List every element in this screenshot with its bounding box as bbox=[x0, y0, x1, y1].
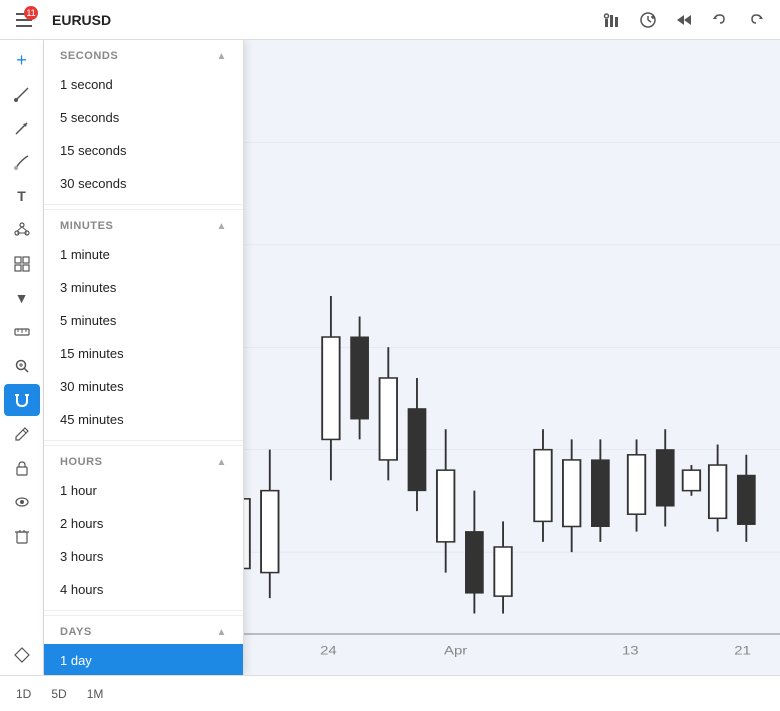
hamburger-icon bbox=[16, 25, 32, 27]
timeframe-30m[interactable]: 30 minutes bbox=[44, 370, 243, 403]
minutes-section-header: MINUTES ▲ bbox=[44, 209, 243, 238]
timeframe-30s[interactable]: 30 seconds bbox=[44, 167, 243, 200]
timeframe-5m[interactable]: 5 minutes bbox=[44, 304, 243, 337]
1m-button[interactable]: 1M bbox=[79, 683, 112, 705]
chevron-up-icon: ▲ bbox=[217, 221, 227, 232]
pointer-tool[interactable]: ▼ bbox=[4, 282, 40, 314]
timeframe-15m[interactable]: 15 minutes bbox=[44, 337, 243, 370]
delete-tool[interactable] bbox=[4, 520, 40, 552]
zoom-tool[interactable] bbox=[4, 350, 40, 382]
node-tool[interactable] bbox=[4, 214, 40, 246]
text-tool[interactable]: T bbox=[4, 180, 40, 212]
timeframe-15s[interactable]: 15 seconds bbox=[44, 134, 243, 167]
arrow-tool[interactable] bbox=[4, 112, 40, 144]
bar-chart-icon[interactable] bbox=[596, 4, 628, 36]
timeframe-45m[interactable]: 45 minutes bbox=[44, 403, 243, 436]
svg-text:13: 13 bbox=[622, 644, 639, 657]
lock-tool[interactable] bbox=[4, 452, 40, 484]
rewind-icon[interactable] bbox=[668, 4, 700, 36]
svg-text:24: 24 bbox=[320, 644, 337, 657]
symbol-label[interactable]: EURUSD bbox=[44, 12, 111, 28]
eye-tool[interactable] bbox=[4, 486, 40, 518]
main-area: + T bbox=[0, 40, 780, 675]
bottom-bar: 1D 5D 1M bbox=[0, 675, 780, 711]
timeframe-dropdown[interactable]: SECONDS ▲ 1 second 5 seconds 15 seconds … bbox=[44, 40, 244, 675]
timeframe-2h[interactable]: 2 hours bbox=[44, 507, 243, 540]
timeframe-1d[interactable]: 1 day bbox=[44, 644, 243, 675]
redo-icon[interactable] bbox=[740, 4, 772, 36]
line-tool[interactable] bbox=[4, 78, 40, 110]
timeframe-3m[interactable]: 3 minutes bbox=[44, 271, 243, 304]
clock-add-icon[interactable] bbox=[632, 4, 664, 36]
svg-text:21: 21 bbox=[734, 644, 751, 657]
timeframe-1m[interactable]: 1 minute bbox=[44, 238, 243, 271]
undo-icon[interactable] bbox=[704, 4, 736, 36]
pencil-tool[interactable] bbox=[4, 418, 40, 450]
notification-badge: 11 bbox=[24, 6, 38, 20]
diamond-tool[interactable] bbox=[4, 639, 40, 671]
crosshair-tool[interactable]: + bbox=[4, 44, 40, 76]
seconds-section-header: SECONDS ▲ bbox=[44, 40, 243, 68]
separator bbox=[44, 204, 243, 205]
separator bbox=[44, 610, 243, 611]
days-section-header: DAYS ▲ bbox=[44, 615, 243, 644]
magnet-tool[interactable] bbox=[4, 384, 40, 416]
timeframe-3h[interactable]: 3 hours bbox=[44, 540, 243, 573]
chevron-up-icon: ▲ bbox=[217, 627, 227, 638]
5d-button[interactable]: 5D bbox=[43, 683, 74, 705]
1d-button[interactable]: 1D bbox=[8, 683, 39, 705]
content-area: SECONDS ▲ 1 second 5 seconds 15 seconds … bbox=[44, 40, 780, 675]
timeframe-1s[interactable]: 1 second bbox=[44, 68, 243, 101]
timeframe-4h[interactable]: 4 hours bbox=[44, 573, 243, 606]
app-container: 11 EURUSD bbox=[0, 0, 780, 711]
timeframe-1h[interactable]: 1 hour bbox=[44, 474, 243, 507]
menu-button[interactable]: 11 bbox=[8, 4, 40, 36]
separator bbox=[44, 440, 243, 441]
left-sidebar: + T bbox=[0, 40, 44, 675]
svg-text:Apr: Apr bbox=[444, 644, 468, 657]
chevron-up-icon: ▲ bbox=[217, 457, 227, 468]
brush-tool[interactable] bbox=[4, 146, 40, 178]
ruler-tool[interactable] bbox=[4, 316, 40, 348]
hours-section-header: HOURS ▲ bbox=[44, 445, 243, 474]
measure-tool[interactable] bbox=[4, 248, 40, 280]
top-bar: 11 EURUSD bbox=[0, 0, 780, 40]
chevron-up-icon: ▲ bbox=[217, 51, 227, 62]
timeframe-5s[interactable]: 5 seconds bbox=[44, 101, 243, 134]
